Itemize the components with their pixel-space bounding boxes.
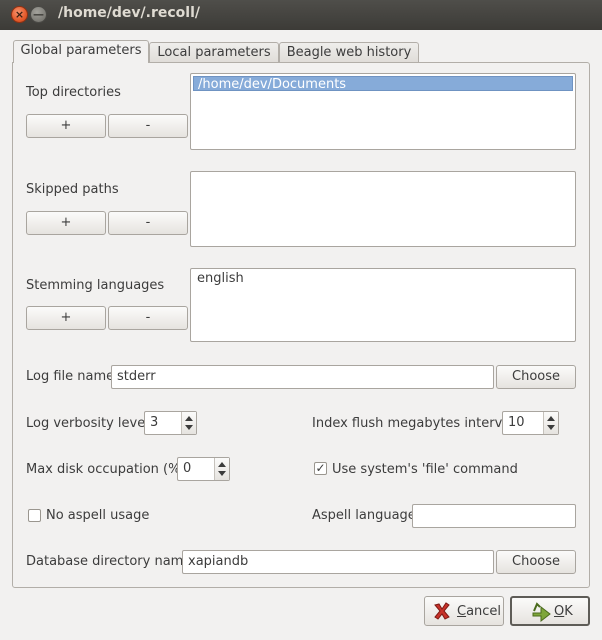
max-disk-occupation-label: Max disk occupation (%) (26, 462, 186, 477)
tab-local-parameters[interactable]: Local parameters (149, 42, 279, 63)
no-aspell-checkbox[interactable] (28, 509, 41, 522)
log-verbosity-label: Log verbosity level (26, 416, 149, 431)
aspell-language-label: Aspell language (312, 508, 416, 523)
index-flush-spinbox[interactable]: 10 (502, 411, 559, 435)
spin-arrows[interactable] (543, 412, 558, 434)
add-top-directory-button[interactable]: + (26, 114, 106, 138)
cancel-button[interactable]: Cancel (424, 596, 504, 626)
add-stemming-language-button[interactable]: + (26, 306, 106, 330)
title-bar: × — /home/dev/.recoll/ (0, 0, 602, 30)
spin-arrows[interactable] (181, 412, 196, 434)
spin-down-arrow-icon[interactable] (218, 471, 226, 476)
close-window-button[interactable]: × (11, 6, 28, 23)
close-icon: × (14, 8, 25, 21)
spin-down-arrow-icon[interactable] (547, 425, 555, 430)
index-flush-label: Index flush megabytes interval (312, 416, 514, 431)
use-file-command-label: Use system's 'file' command (332, 462, 518, 477)
stemming-languages-list[interactable]: english (190, 268, 576, 342)
spin-down-arrow-icon[interactable] (185, 425, 193, 430)
spin-arrows[interactable] (214, 458, 229, 480)
stemming-languages-label: Stemming languages (26, 278, 165, 293)
log-file-name-label: Log file name (26, 369, 115, 384)
skipped-paths-list[interactable] (190, 171, 576, 247)
tab-global-parameters[interactable]: Global parameters (13, 40, 149, 63)
list-item[interactable]: /home/dev/Documents (193, 76, 573, 92)
checkmark-icon: ✓ (315, 461, 326, 475)
cancel-label: Cancel (457, 604, 502, 619)
aspell-language-input[interactable] (412, 504, 576, 528)
database-directory-input[interactable]: xapiandb (182, 550, 494, 574)
ok-button[interactable]: OK (510, 596, 590, 626)
log-verbosity-value: 3 (150, 415, 159, 430)
use-file-command-checkbox[interactable]: ✓ (314, 462, 327, 475)
database-directory-label: Database directory name (26, 554, 192, 569)
ok-label: OK (554, 604, 573, 619)
top-directories-list[interactable]: /home/dev/Documents (190, 73, 576, 150)
log-verbosity-spinbox[interactable]: 3 (144, 411, 197, 435)
choose-log-file-button[interactable]: Choose (496, 365, 576, 389)
skipped-paths-label: Skipped paths (26, 182, 119, 197)
max-disk-occupation-value: 0 (183, 461, 192, 476)
remove-stemming-language-button[interactable]: - (108, 306, 188, 330)
spin-up-arrow-icon[interactable] (185, 416, 193, 421)
add-skipped-path-button[interactable]: + (26, 211, 106, 235)
log-file-name-input[interactable]: stderr (111, 365, 494, 389)
remove-skipped-path-button[interactable]: - (108, 211, 188, 235)
spin-up-arrow-icon[interactable] (547, 416, 555, 421)
ok-check-arrow-icon (532, 602, 551, 623)
remove-top-directory-button[interactable]: - (108, 114, 188, 138)
choose-database-directory-button[interactable]: Choose (496, 550, 576, 574)
top-directories-label: Top directories (26, 85, 121, 100)
tab-beagle-web-history[interactable]: Beagle web history (279, 42, 419, 63)
index-flush-value: 10 (508, 415, 525, 430)
minimize-icon: — (33, 8, 44, 21)
cancel-x-icon (434, 602, 450, 620)
list-item[interactable]: english (193, 271, 573, 286)
max-disk-occupation-spinbox[interactable]: 0 (177, 457, 230, 481)
window-title: /home/dev/.recoll/ (58, 5, 200, 21)
minimize-window-button[interactable]: — (30, 6, 47, 23)
spin-up-arrow-icon[interactable] (218, 462, 226, 467)
no-aspell-label: No aspell usage (46, 508, 150, 523)
